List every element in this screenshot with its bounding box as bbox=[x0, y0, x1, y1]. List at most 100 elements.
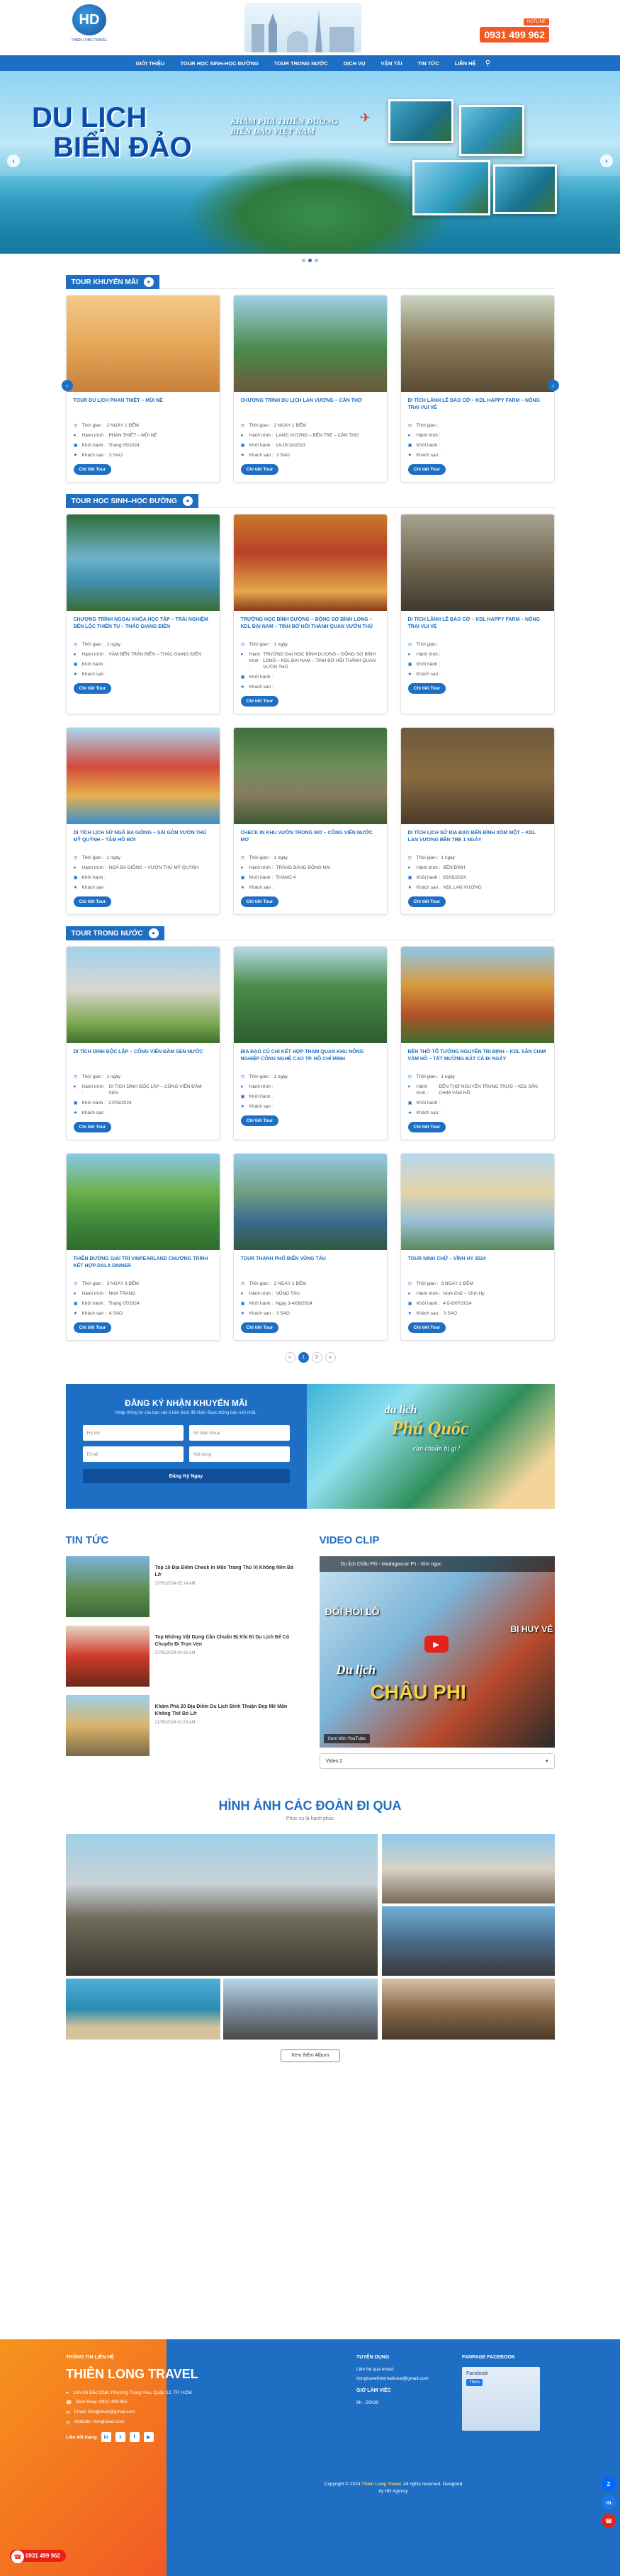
tour-name[interactable]: Thiên đường giải trí VinpearLand Chương … bbox=[74, 1256, 213, 1277]
name-field[interactable]: Họ tên bbox=[82, 1425, 184, 1441]
video-player[interactable]: Du lịch Châu Phi - Madagascar P1 - Kim n… bbox=[319, 1556, 555, 1748]
tour-image[interactable] bbox=[233, 728, 387, 824]
tour-image[interactable] bbox=[66, 728, 220, 824]
tour-card[interactable]: Thiên đường giải trí VinpearLand Chương … bbox=[65, 1153, 220, 1341]
news-item[interactable]: Top 10 Địa Điểm Check In Mộc Trang Thú V… bbox=[65, 1556, 301, 1617]
hero-prev-arrow-icon[interactable]: ‹ bbox=[7, 154, 20, 167]
footer-website[interactable]: Website: tlongtravel.com bbox=[74, 2419, 125, 2425]
facebook-page-name[interactable]: Facebook bbox=[466, 2371, 536, 2376]
hotline-number[interactable]: 0931 499 962 bbox=[480, 27, 549, 43]
hotline-box[interactable]: HOTLINE 0931 499 962 bbox=[480, 17, 549, 43]
tour-detail-button[interactable]: Chi tiết Tour bbox=[407, 464, 446, 475]
twitter-icon[interactable]: t bbox=[115, 2432, 125, 2442]
news-thumbnail[interactable] bbox=[65, 1556, 150, 1617]
tour-card[interactable]: Di tích Dinh Độc Lập – Công viên Đầm Sen… bbox=[65, 946, 220, 1140]
nav-tour-trong-nuoc[interactable]: Tour trong nước bbox=[266, 60, 336, 67]
messenger-icon[interactable]: m bbox=[602, 2495, 616, 2509]
video-title[interactable]: Du lịch Châu Phi - Madagascar P1 - Kim n… bbox=[319, 1556, 555, 1572]
gallery-photo[interactable] bbox=[381, 1906, 555, 1976]
tour-name[interactable]: Chương trình du lịch Lan Vương – Cần Thơ bbox=[241, 398, 380, 419]
tour-detail-button[interactable]: Chi tiết Tour bbox=[407, 1322, 446, 1333]
gallery-photo[interactable] bbox=[65, 1979, 220, 2040]
tour-detail-button[interactable]: Chi tiết Tour bbox=[240, 896, 279, 907]
tour-image[interactable] bbox=[400, 947, 554, 1043]
tour-name[interactable]: Trường học Bình Dương – Đồng Sơ Bình Lon… bbox=[241, 617, 380, 638]
news-item[interactable]: Khám Phá 20 Địa Điểm Du Lịch Bình Thuận … bbox=[65, 1695, 301, 1756]
message-field[interactable]: Nội dung bbox=[188, 1446, 290, 1462]
carousel-prev-icon[interactable]: ‹ bbox=[61, 380, 73, 391]
nav-lien-he[interactable]: Liên hệ bbox=[447, 60, 484, 67]
tour-card[interactable]: Chương trình du lịch Lan Vương – Cần Thơ… bbox=[232, 295, 388, 483]
phu-quoc-promo-banner[interactable]: du lịch Phú Quốc cần chuẩn bị gì? bbox=[306, 1384, 555, 1509]
tour-detail-button[interactable]: Chi tiết Tour bbox=[73, 1122, 112, 1132]
tour-name[interactable]: Di tích Lãnh Lê Bảo Cờ – KDL Happy Farm … bbox=[408, 398, 547, 419]
tour-name[interactable]: Chương trình ngoại khóa học tập – trải n… bbox=[74, 617, 213, 638]
tour-card[interactable]: Tour Ninh Chữ – Vĩnh Hy 2024 ◷ Thời gian :… bbox=[400, 1153, 555, 1341]
tour-name[interactable]: Di tích lịch sử Ngã Ba Giồng – Sài Gòn V… bbox=[74, 830, 213, 851]
gallery-photo[interactable] bbox=[65, 1834, 378, 1976]
tour-card[interactable]: Check in khu vườn trong mơ – Công viên n… bbox=[232, 727, 388, 915]
recruit-email[interactable]: tlongtravelinternational@gmail.com bbox=[356, 2376, 449, 2381]
email-field[interactable]: Email bbox=[82, 1446, 184, 1462]
pagination-item[interactable]: 2 bbox=[311, 1352, 322, 1363]
tour-image[interactable] bbox=[233, 296, 387, 392]
nav-van-tai[interactable]: Vận tải bbox=[373, 60, 410, 67]
footer-phone[interactable]: Điện thoại: 0931 499 962 bbox=[76, 2400, 128, 2405]
nav-tin-tuc[interactable]: Tin tức bbox=[410, 60, 447, 67]
tour-card[interactable]: Di tích Lãnh Lê Bảo Cờ – KDL Happy Farm … bbox=[400, 514, 555, 714]
tour-card[interactable]: Chương trình ngoại khóa học tập – trải n… bbox=[65, 514, 220, 714]
nav-gioi-thieu[interactable]: Giới thiệu bbox=[128, 60, 172, 67]
phone-field[interactable]: Số điện thoại bbox=[188, 1425, 290, 1441]
pagination-item[interactable]: « bbox=[284, 1352, 295, 1363]
pagination-item[interactable]: 1 bbox=[298, 1352, 309, 1363]
tour-image[interactable] bbox=[66, 1154, 220, 1250]
tour-image[interactable] bbox=[400, 1154, 554, 1250]
tour-detail-button[interactable]: Chi tiết Tour bbox=[73, 896, 112, 907]
news-thumbnail[interactable] bbox=[65, 1626, 150, 1687]
tour-name[interactable]: Tour Thành Phố Biển Vũng Tàu bbox=[241, 1256, 380, 1277]
tour-detail-button[interactable]: Chi tiết Tour bbox=[240, 1115, 279, 1126]
tour-image[interactable] bbox=[400, 514, 554, 611]
tour-name[interactable]: Di tích lịch sử Địa đạo Bến Đình Xóm Một… bbox=[408, 830, 547, 851]
tour-image[interactable] bbox=[66, 947, 220, 1043]
tour-detail-button[interactable]: Chi tiết Tour bbox=[73, 464, 112, 475]
news-title[interactable]: Khám Phá 20 Địa Điểm Du Lịch Bình Thuận … bbox=[155, 1704, 301, 1718]
tour-detail-button[interactable]: Chi tiết Tour bbox=[240, 464, 279, 475]
facebook-widget[interactable]: Facebook Thích bbox=[462, 2367, 540, 2431]
news-item[interactable]: Top Những Vật Dụng Cần Chuẩn Bị Khi Đi D… bbox=[65, 1626, 301, 1687]
tour-detail-button[interactable]: Chi tiết Tour bbox=[407, 683, 446, 694]
floating-call-button[interactable]: ☎ 0931 499 962 bbox=[10, 2550, 66, 2563]
tour-detail-button[interactable]: Chi tiết Tour bbox=[407, 1122, 446, 1132]
tour-detail-button[interactable]: Chi tiết Tour bbox=[240, 696, 279, 707]
watch-on-youtube-link[interactable]: Xem trên YouTube bbox=[323, 1734, 371, 1743]
tour-card[interactable]: Di tích lịch sử Địa đạo Bến Đình Xóm Một… bbox=[400, 727, 555, 915]
youtube-icon[interactable]: ▶ bbox=[143, 2432, 154, 2442]
site-logo[interactable]: HD THIEN LONG TRAVEL bbox=[71, 4, 108, 50]
gallery-photo[interactable] bbox=[381, 1834, 555, 1903]
tour-card[interactable]: Tour Thành Phố Biển Vũng Tàu ◷ Thời gian :… bbox=[232, 1153, 388, 1341]
tour-name[interactable]: Di tích Lãnh Lê Bảo Cờ – KDL Happy Farm … bbox=[408, 617, 547, 638]
play-icon[interactable]: ▶ bbox=[424, 1636, 449, 1653]
tour-detail-button[interactable]: Chi tiết Tour bbox=[407, 896, 446, 907]
carousel-next-icon[interactable]: › bbox=[547, 380, 559, 391]
view-more-album-button[interactable]: Xem thêm Album bbox=[280, 2049, 340, 2062]
hero-dot-active[interactable] bbox=[308, 259, 312, 262]
tour-detail-button[interactable]: Chi tiết Tour bbox=[73, 683, 112, 694]
tour-image[interactable] bbox=[66, 514, 220, 611]
video-select[interactable]: Video 2 ▾ bbox=[319, 1753, 555, 1769]
footer-email[interactable]: Email: tlongtravel@gmail.com bbox=[74, 2409, 135, 2415]
tour-card[interactable]: Địa đạo Củ Chi kết hợp tham quan khu nôn… bbox=[232, 946, 388, 1140]
tour-name[interactable]: Địa đạo Củ Chi kết hợp tham quan khu nôn… bbox=[241, 1049, 380, 1070]
gallery-photo[interactable] bbox=[222, 1979, 378, 2040]
phone-icon[interactable]: ☎ bbox=[602, 2514, 616, 2528]
news-title[interactable]: Top 10 Địa Điểm Check In Mộc Trang Thú V… bbox=[155, 1565, 301, 1579]
tour-name[interactable]: Tour du lịch Phan Thiết – Mũi Né bbox=[74, 398, 213, 419]
tour-card[interactable]: Đền thờ Tổ Tướng Nguyễn Tri Định – KDL S… bbox=[400, 946, 555, 1140]
hero-dot[interactable] bbox=[315, 259, 318, 262]
pagination-item[interactable]: » bbox=[325, 1352, 336, 1363]
subscribe-button[interactable]: Đăng Ký Ngay bbox=[82, 1469, 290, 1483]
gallery-photo[interactable] bbox=[381, 1979, 555, 2040]
hero-dot[interactable] bbox=[302, 259, 305, 262]
tour-card[interactable]: Di tích Lãnh Lê Bảo Cờ – KDL Happy Farm … bbox=[400, 295, 555, 483]
copyright-brand[interactable]: Thiên Long Travel bbox=[361, 2482, 401, 2487]
